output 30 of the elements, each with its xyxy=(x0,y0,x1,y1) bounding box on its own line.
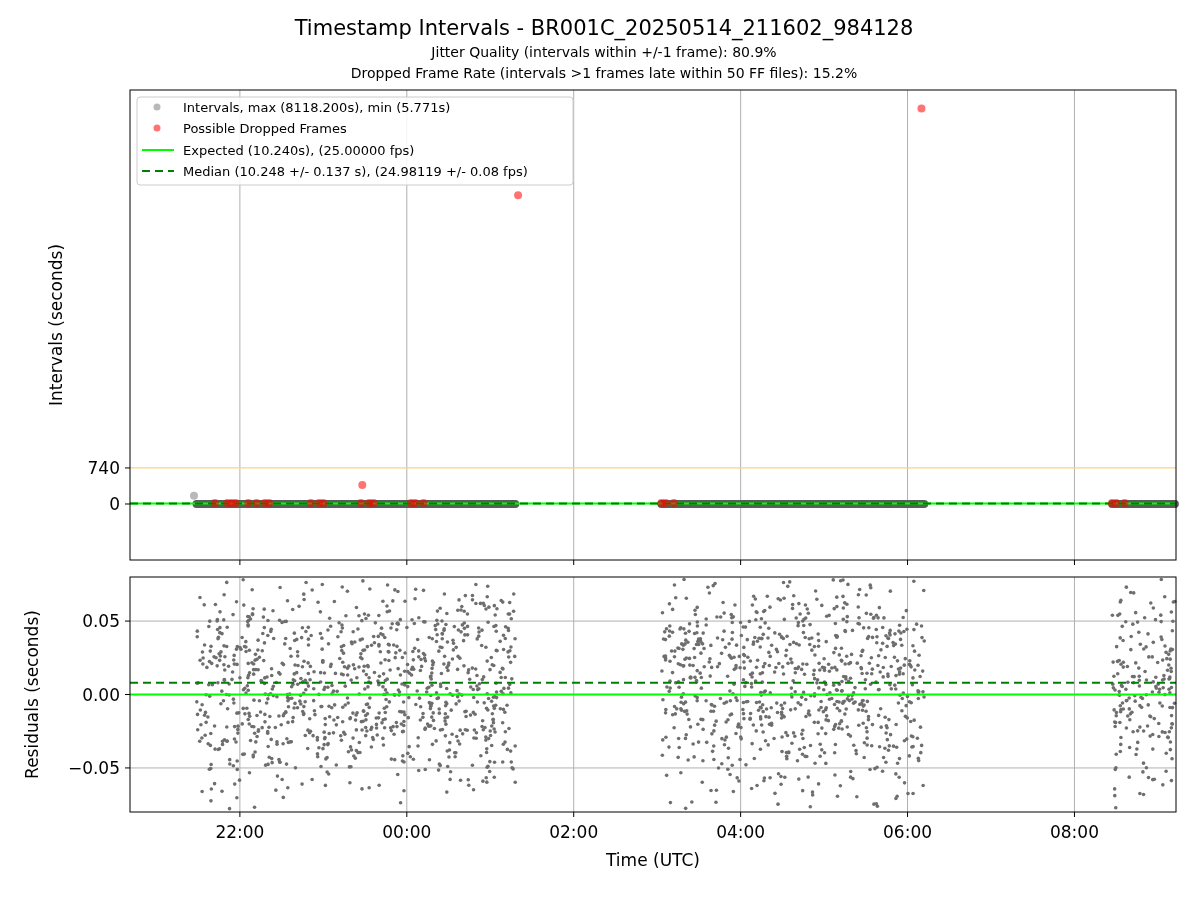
tick-label: 00:00 xyxy=(382,822,432,842)
tick-label: 08:00 xyxy=(1049,822,1099,842)
tick-label: 0 xyxy=(109,494,120,514)
chart-title: Timestamp Intervals - BR001C_20250514_211602_984128 xyxy=(294,15,914,42)
legend-label: Expected (10.240s), (25.00000 fps) xyxy=(183,143,415,158)
tick-label: 0.00 xyxy=(82,684,120,705)
data-point xyxy=(358,481,367,489)
legend-marker-icon xyxy=(153,103,161,111)
tick-label: 0.05 xyxy=(82,611,120,632)
axis-label: Intervals (seconds) xyxy=(46,243,66,407)
legend-label: Median (10.248 +/- 0.137 s), (24.98119 +/- 0.08 fps) xyxy=(183,164,528,179)
legend-label: Possible Dropped Frames xyxy=(183,121,347,136)
chart-subtitle: Dropped Frame Rate (intervals >1 frames late within 50 FF files): 15.2% xyxy=(350,64,858,83)
legend-line-icon xyxy=(141,149,175,151)
legend-label: Intervals, max (8118.200s), min (5.771s) xyxy=(183,100,451,115)
data-point xyxy=(917,104,926,113)
legend-line-icon xyxy=(141,170,175,172)
chart-subtitle: Jitter Quality (intervals within +/-1 frame): 80.9% xyxy=(431,43,777,62)
data-point xyxy=(514,191,523,200)
legend-marker-icon xyxy=(153,124,161,132)
tick-label: 740 xyxy=(87,457,120,478)
tick-label: 22:00 xyxy=(215,822,265,842)
tick-label: −0.05 xyxy=(67,757,120,778)
tick-label: 02:00 xyxy=(549,822,599,842)
axis-label: Time (UTC) xyxy=(606,850,700,870)
tick-label: 04:00 xyxy=(716,822,766,842)
data-point xyxy=(190,491,198,500)
tick-label: 06:00 xyxy=(883,822,933,842)
axis-label: Residuals (seconds) xyxy=(22,610,42,779)
data-point xyxy=(210,499,219,507)
